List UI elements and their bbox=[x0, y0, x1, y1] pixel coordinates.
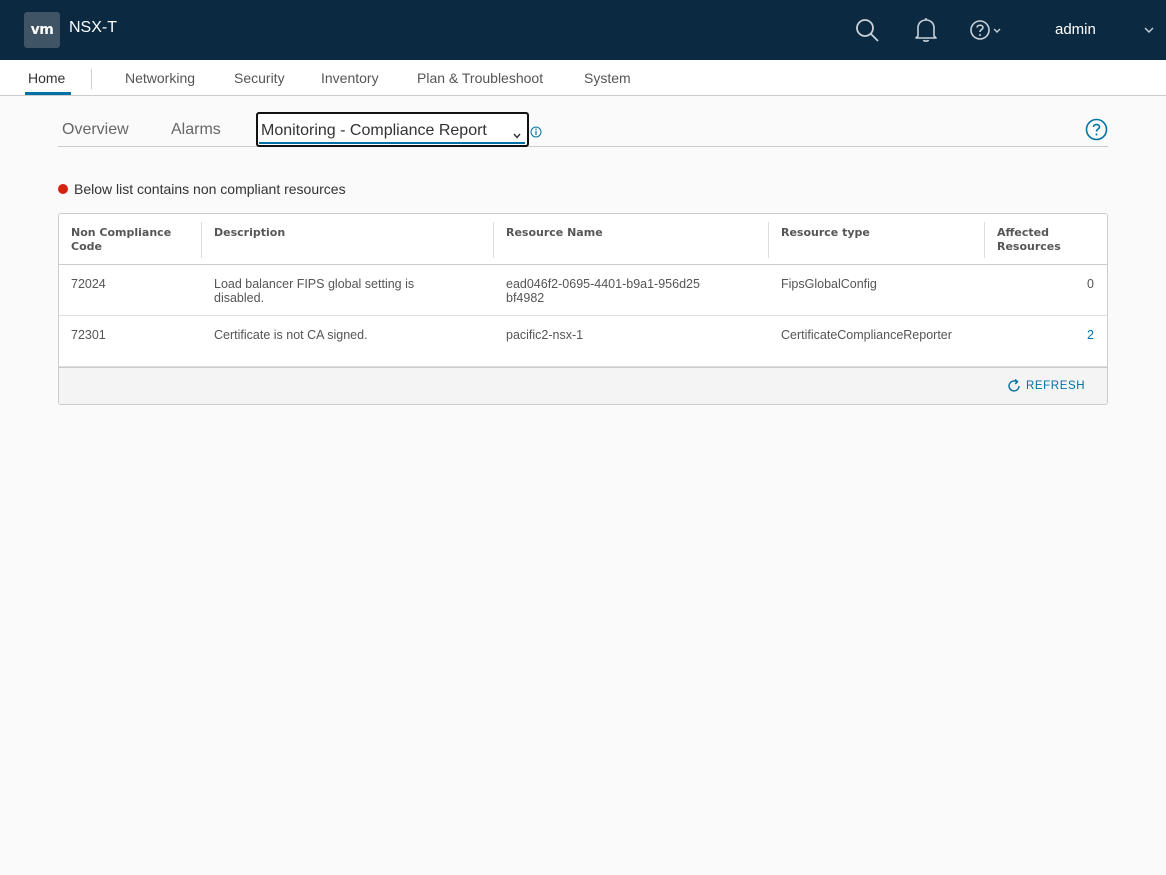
notice-text: Below list contains non compliant resour… bbox=[74, 181, 346, 197]
tab-monitoring-label: Monitoring - Compliance Report bbox=[261, 122, 487, 139]
chevron-down-icon bbox=[512, 126, 522, 139]
cell-resource-type: CertificateComplianceReporter bbox=[781, 328, 952, 342]
column-header-resource-name[interactable]: Resource Name bbox=[506, 226, 603, 240]
chevron-down-icon[interactable] bbox=[1142, 22, 1156, 36]
tab-active-indicator bbox=[259, 142, 525, 144]
cell-description: Load balancer FIPS global setting is dis… bbox=[214, 277, 415, 305]
column-divider[interactable] bbox=[201, 222, 202, 258]
column-divider[interactable] bbox=[493, 222, 494, 258]
refresh-label: REFRESH bbox=[1026, 380, 1086, 392]
bell-icon[interactable] bbox=[913, 17, 939, 43]
refresh-icon bbox=[1008, 378, 1020, 392]
search-icon[interactable] bbox=[854, 17, 880, 43]
top-header: vm NSX-T admin bbox=[0, 0, 1166, 60]
nav-system[interactable]: System bbox=[584, 70, 631, 86]
nav-divider bbox=[91, 69, 92, 89]
cell-resource-type: FipsGlobalConfig bbox=[781, 277, 877, 291]
tab-alarms[interactable]: Alarms bbox=[171, 121, 221, 139]
info-icon[interactable] bbox=[530, 123, 542, 138]
sub-tabs: Overview Alarms Monitoring - Compliance … bbox=[58, 112, 1108, 147]
non-compliant-notice: Below list contains non compliant resour… bbox=[58, 181, 346, 197]
app-title[interactable]: NSX-T bbox=[69, 19, 117, 37]
main-nav: Home Networking Security Inventory Plan … bbox=[0, 60, 1166, 96]
nav-security[interactable]: Security bbox=[234, 70, 285, 86]
cell-affected: 0 bbox=[1087, 277, 1094, 291]
help-icon[interactable] bbox=[1085, 118, 1108, 141]
table-row: 72024 Load balancer FIPS global setting … bbox=[59, 265, 1107, 316]
nav-plan-troubleshoot[interactable]: Plan & Troubleshoot bbox=[417, 70, 543, 86]
table-row: 72301 Certificate is not CA signed. paci… bbox=[59, 316, 1107, 367]
compliance-table: Non Compliance Code Description Resource… bbox=[58, 213, 1108, 405]
column-divider[interactable] bbox=[768, 222, 769, 258]
cell-resource-name: ead046f2-0695-4401-b9a1-956d25bf4982 bbox=[506, 277, 700, 305]
tab-monitoring-dropdown[interactable]: Monitoring - Compliance Report bbox=[256, 112, 529, 147]
user-menu[interactable]: admin bbox=[1055, 21, 1096, 38]
nav-active-indicator bbox=[25, 92, 71, 95]
column-header-description[interactable]: Description bbox=[214, 226, 285, 240]
help-menu-icon[interactable] bbox=[968, 17, 1006, 43]
vmware-logo[interactable]: vm bbox=[24, 12, 60, 48]
cell-code: 72024 bbox=[71, 277, 106, 291]
column-divider[interactable] bbox=[984, 222, 985, 258]
column-header-affected[interactable]: Affected Resources bbox=[997, 226, 1077, 254]
refresh-button[interactable]: REFRESH bbox=[1006, 378, 1085, 394]
cell-affected-link[interactable]: 2 bbox=[1044, 328, 1094, 342]
nav-inventory[interactable]: Inventory bbox=[321, 70, 379, 86]
column-header-code[interactable]: Non Compliance Code bbox=[71, 226, 191, 254]
column-header-resource-type[interactable]: Resource type bbox=[781, 226, 870, 240]
tab-overview[interactable]: Overview bbox=[62, 121, 129, 139]
cell-description: Certificate is not CA signed. bbox=[214, 328, 368, 342]
table-header: Non Compliance Code Description Resource… bbox=[59, 214, 1107, 265]
nav-home[interactable]: Home bbox=[28, 70, 65, 86]
alert-dot-icon bbox=[58, 184, 68, 194]
table-footer: REFRESH bbox=[59, 367, 1107, 404]
nav-networking[interactable]: Networking bbox=[125, 70, 195, 86]
cell-code: 72301 bbox=[71, 328, 106, 342]
cell-resource-name: pacific2-nsx-1 bbox=[506, 328, 584, 342]
